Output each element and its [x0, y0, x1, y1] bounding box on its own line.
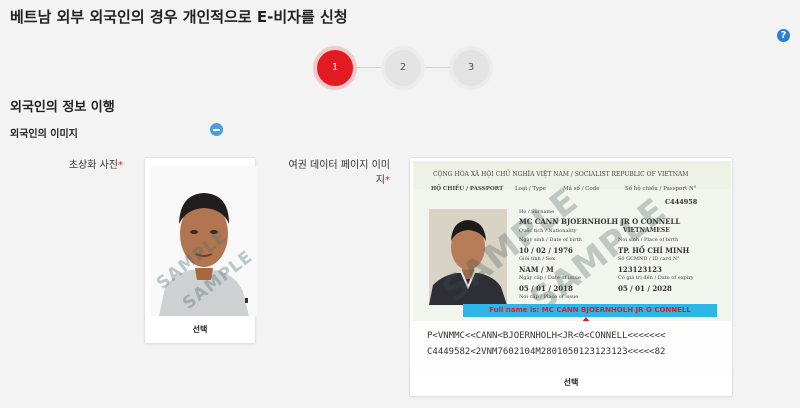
passport-sample-image: CỘNG HÒA XÃ HỘI CHỦ NGHĨA VIỆT NAM / SOC… [413, 161, 731, 369]
fullname-note: Full name is: MC CANN BJOERNHOLH JR O CO… [463, 304, 717, 317]
portrait-upload[interactable]: SAMPLE SAMPLE 선택 [144, 157, 257, 344]
subsection-title: 외국인의 이미지 [10, 129, 78, 140]
step-2[interactable]: 2 [381, 46, 425, 90]
required-marker: * [385, 175, 390, 186]
step-1[interactable]: 1 [313, 46, 357, 90]
mrz-line: C4449582<2VNM7602104M2801050123123123<<<… [427, 347, 666, 357]
required-marker: * [118, 160, 123, 171]
stepper: 1 2 3 [313, 46, 493, 90]
passport-select-button[interactable]: 선택 [410, 377, 732, 388]
passport-upload[interactable]: CỘNG HÒA XÃ HỘI CHỦ NGHĨA VIỆT NAM / SOC… [409, 157, 733, 397]
portrait-label: 초상화 사진* [68, 160, 123, 171]
portrait-select-button[interactable]: 선택 [145, 324, 255, 335]
portrait-photo: SAMPLE SAMPLE [151, 166, 257, 316]
collapse-icon[interactable] [210, 123, 223, 136]
mrz-line: P<VNMMC<<CANN<BJOERNHOLH<JR<0<CONNELL<<<… [427, 331, 666, 341]
page-title: 베트남 외부 외국인의 경우 개인적으로 E-비자를 신청 [10, 8, 348, 26]
passport-label: 여권 데이터 페이지 이미 지* [288, 160, 390, 186]
step-3[interactable]: 3 [449, 46, 493, 90]
section-title: 외국인의 정보 이행 [10, 100, 115, 115]
help-icon[interactable]: ? [777, 29, 790, 42]
